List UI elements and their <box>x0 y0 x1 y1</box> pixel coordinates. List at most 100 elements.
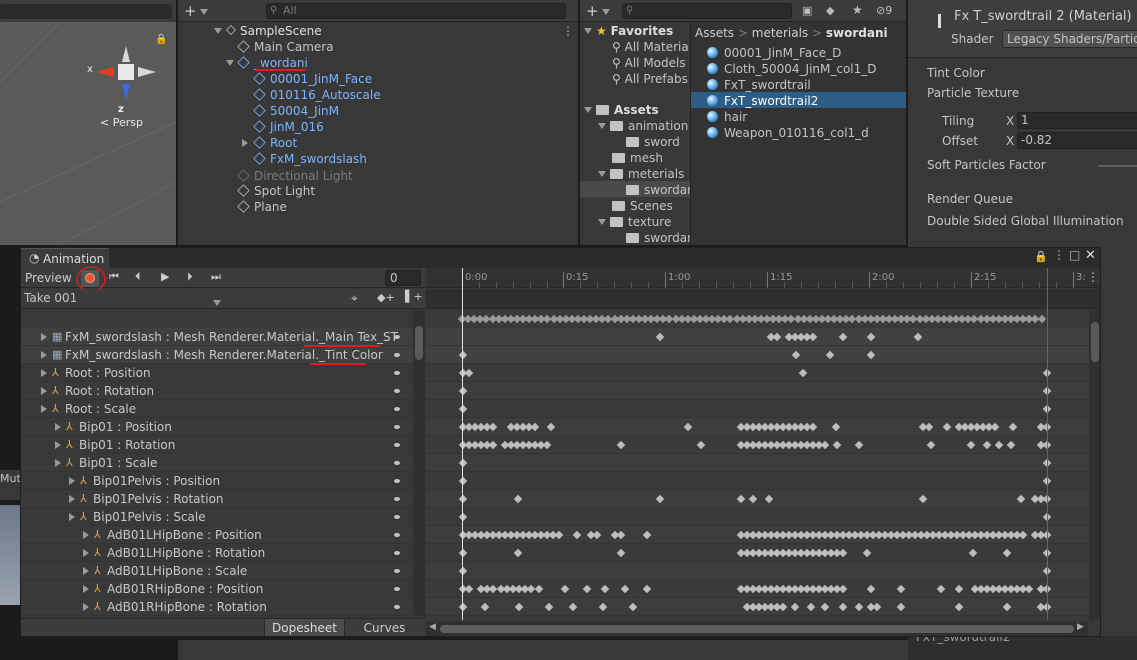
hierarchy-item[interactable]: 010116_Autoscale <box>253 87 381 103</box>
track-options-icon[interactable] <box>394 335 400 339</box>
dopesheet-row[interactable] <box>426 328 1089 346</box>
track-options-icon[interactable] <box>394 551 400 555</box>
dopesheet-tab[interactable]: Dopesheet <box>264 619 344 636</box>
track-options-icon[interactable] <box>394 461 400 465</box>
animation-track-row[interactable]: ⅄ Root : Scale <box>21 400 413 418</box>
expand-icon[interactable] <box>69 513 75 521</box>
file-item-selected[interactable]: FxT_swordtrail2 <box>707 93 818 109</box>
filter-by-selection-icon[interactable]: ⌖ <box>351 291 358 306</box>
persp-label[interactable]: < Persp <box>100 116 143 129</box>
favorite-item[interactable]: ⚲ All Models <box>612 55 686 71</box>
add-icon[interactable]: + <box>586 2 599 20</box>
file-item[interactable]: 00001_JinM_Face_D <box>707 45 841 61</box>
hierarchy-search-input[interactable]: ⚲ All <box>266 3 566 19</box>
expand-icon[interactable] <box>55 459 61 467</box>
animation-track-row[interactable]: ⅄ Bip01 : Position <box>21 418 413 436</box>
folder-item[interactable]: swordan <box>626 182 695 198</box>
animation-track-row[interactable]: ▦ FxM_swordslash : Mesh Renderer.Material… <box>21 328 413 346</box>
animation-track-row[interactable]: ⅄ Bip01 : Scale <box>21 454 413 472</box>
dopesheet-vscrollbar[interactable] <box>1089 310 1100 620</box>
filter-icon[interactable]: ▣ <box>802 4 812 17</box>
expand-icon[interactable] <box>83 603 89 611</box>
add-keyframe-icon[interactable]: ◆+ <box>377 291 395 304</box>
track-options-icon[interactable] <box>394 371 400 375</box>
expand-icon[interactable] <box>55 441 61 449</box>
next-key-icon[interactable]: ⏵ <box>187 270 193 284</box>
expand-icon[interactable] <box>69 495 75 503</box>
dopesheet-row[interactable] <box>426 382 1089 400</box>
file-item[interactable]: Weapon_010116_col1_d <box>707 125 869 141</box>
offset-x-label[interactable]: X <box>1006 134 1014 148</box>
animation-track-row[interactable]: ⅄ Bip01 : Rotation <box>21 436 413 454</box>
last-key-icon[interactable]: ⏭ <box>211 270 221 284</box>
timeline-hscrollbar[interactable]: ◀ ▶ <box>426 622 1088 636</box>
dopesheet-row[interactable] <box>426 400 1089 418</box>
expand-icon[interactable] <box>214 28 222 34</box>
scene-search[interactable] <box>0 4 172 19</box>
hierarchy-item[interactable]: Plane <box>237 199 287 215</box>
playhead[interactable] <box>462 268 463 620</box>
animation-track-row[interactable]: ▦ FxM_swordslash : Mesh Renderer.Material… <box>21 346 413 364</box>
expand-icon[interactable] <box>41 351 47 359</box>
track-options-icon[interactable] <box>394 407 400 411</box>
track-options-icon[interactable] <box>394 389 400 393</box>
dopesheet-row[interactable] <box>426 364 1089 382</box>
hierarchy-item[interactable]: 00001_JinM_Face <box>253 71 372 87</box>
expand-icon[interactable] <box>83 585 89 593</box>
hierarchy-item[interactable]: Root <box>242 135 297 151</box>
dopesheet-row[interactable] <box>426 490 1089 508</box>
track-options-icon[interactable] <box>394 425 400 429</box>
timeline-menu-icon[interactable]: ⋮ <box>1087 270 1099 284</box>
expand-icon[interactable] <box>83 531 89 539</box>
track-options-icon[interactable] <box>394 605 400 609</box>
add-dropdown-chevron-icon[interactable] <box>200 5 212 19</box>
animation-track-row[interactable]: ⅄ AdB01RHipBone : Rotation <box>21 598 413 616</box>
folder-item[interactable]: meterials <box>598 166 684 182</box>
track-options-icon[interactable] <box>394 515 400 519</box>
project-search-input[interactable]: ⚲ <box>622 3 792 19</box>
track-options-icon[interactable] <box>394 569 400 573</box>
animation-track-row[interactable]: ⅄ AdB01LHipBone : Scale <box>21 562 413 580</box>
dopesheet-row[interactable] <box>426 454 1089 472</box>
hierarchy-item[interactable]: 50004_JinM <box>253 103 339 119</box>
expand-icon[interactable] <box>83 549 89 557</box>
folder-item[interactable]: animation <box>598 118 688 134</box>
hierarchy-item[interactable]: Main Camera <box>237 39 334 55</box>
track-options-icon[interactable] <box>394 497 400 501</box>
animation-track-row[interactable]: ⅄ AdB01LHipBone : Position <box>21 526 413 544</box>
animation-track-row[interactable]: ⅄ Bip01Pelvis : Rotation <box>21 490 413 508</box>
play-icon[interactable]: ▶ <box>161 270 169 283</box>
lock-icon[interactable]: 🔒 <box>155 34 167 45</box>
orientation-gizmo[interactable] <box>84 40 164 115</box>
scene-view[interactable]: x z 🔒 < Persp <box>0 0 176 245</box>
prev-key-icon[interactable]: ⏴ <box>135 270 141 284</box>
animation-track-row[interactable]: ⅄ AdB01RHipBone : Position <box>21 580 413 598</box>
hierarchy-item[interactable]: JinM_016 <box>253 119 324 135</box>
track-options-icon[interactable] <box>394 479 400 483</box>
dopesheet-row[interactable] <box>426 346 1089 364</box>
breadcrumb-item[interactable]: meterials <box>752 26 808 40</box>
expand-icon[interactable] <box>83 567 89 575</box>
dopesheet-row[interactable] <box>426 472 1089 490</box>
assets-header[interactable]: Assets <box>584 102 659 118</box>
label-icon[interactable]: ◆ <box>826 4 834 17</box>
track-options-icon[interactable] <box>394 587 400 591</box>
folder-item[interactable]: texture <box>598 214 671 230</box>
window-menu-icon[interactable]: ⋮ <box>1053 248 1065 262</box>
animation-track-row[interactable]: ⅄ Root : Position <box>21 364 413 382</box>
add-icon[interactable]: + <box>184 2 197 20</box>
animation-track-row[interactable]: ⅄ Root : Rotation <box>21 382 413 400</box>
scroll-right-icon[interactable]: ▶ <box>1077 622 1084 632</box>
animation-track-row[interactable]: ⅄ AdB01LHipBone : Rotation <box>21 544 413 562</box>
expand-icon[interactable] <box>55 423 61 431</box>
frame-field[interactable]: 0 <box>385 270 421 286</box>
track-options-icon[interactable] <box>394 443 400 447</box>
expand-icon[interactable] <box>41 369 47 377</box>
track-list-scrollbar[interactable] <box>413 310 425 616</box>
tiling-x-label[interactable]: X <box>1006 114 1014 128</box>
tiling-x-field[interactable]: 1 <box>1017 112 1137 129</box>
add-dropdown-chevron-icon[interactable] <box>602 5 614 19</box>
star-icon[interactable]: ★ <box>852 3 863 17</box>
hierarchy-item[interactable]: Directional Light <box>237 168 353 184</box>
animation-track-row[interactable]: ⅄ Bip01Pelvis : Scale <box>21 508 413 526</box>
